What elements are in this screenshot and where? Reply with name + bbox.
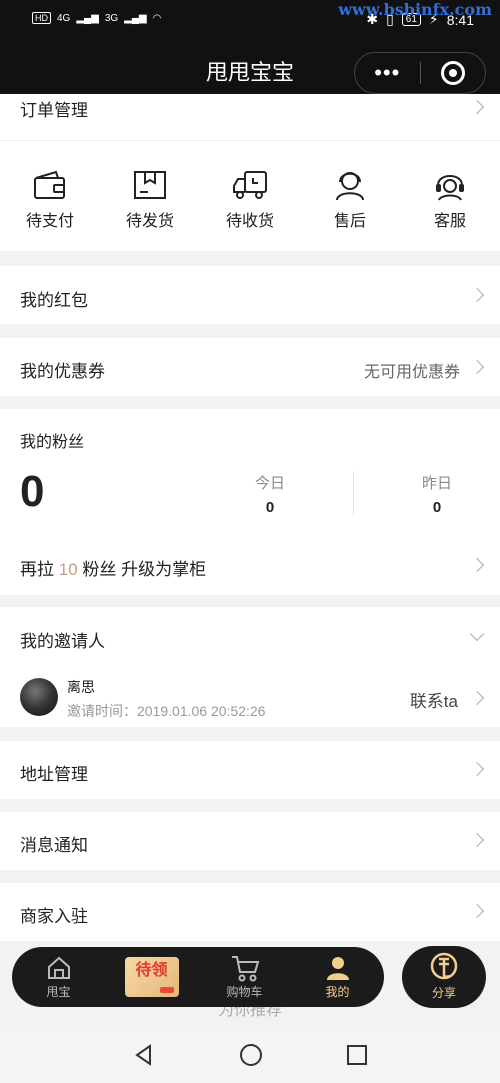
share-label: 分享 [431, 986, 456, 1000]
coin-icon [430, 952, 458, 980]
user-icon [326, 956, 349, 980]
tab-home-label: 甩宝 [46, 984, 71, 999]
chevron-right-icon [469, 359, 485, 375]
tab-cart[interactable]: 购物车 [198, 954, 291, 1000]
order-item-label: 待发货 [125, 213, 174, 230]
tab-home[interactable]: 甩宝 [12, 955, 105, 1000]
home-circle-icon[interactable] [239, 1043, 263, 1067]
inviter-name: 离思 [67, 679, 95, 695]
mini-program-capsule: ••• [354, 52, 486, 94]
signal-4g: 4G [57, 12, 71, 24]
upgrade-prefix: 再拉 [20, 560, 54, 579]
merchant-row[interactable]: 商家入驻 [0, 883, 500, 941]
order-item-pending-shipment[interactable]: 待发货 [100, 169, 200, 231]
signal-icon: ▂▄▆ [76, 12, 99, 24]
address-label: 地址管理 [20, 765, 88, 784]
inviter-panel: 我的邀请人 离思 邀请时间：2019.01.06 20:52:26 联系ta [0, 607, 500, 727]
wifi-icon: ◠ [152, 12, 162, 24]
order-item-label: 售后 [333, 213, 366, 230]
inviter-title: 我的邀请人 [20, 632, 105, 651]
order-management-label: 订单管理 [20, 101, 88, 120]
hd-badge: HD [32, 12, 51, 24]
coupons-label: 我的优惠券 [20, 362, 105, 381]
coupon-card-icon: 待领 [124, 957, 179, 997]
tab-coupon[interactable]: 待领 [105, 957, 198, 997]
agent-icon [336, 172, 364, 201]
merchant-label: 商家入驻 [20, 907, 88, 926]
tab-mine[interactable]: 我的 [291, 955, 384, 1000]
order-item-label: 待支付 [25, 213, 74, 230]
red-packet-label: 我的红包 [20, 291, 88, 310]
chevron-right-icon [469, 903, 485, 919]
fans-today: 今日 0 [210, 472, 330, 516]
cart-icon [231, 956, 259, 982]
fans-upgrade-row[interactable]: 再拉 10 粉丝 升级为掌柜 [0, 537, 500, 595]
home-icon [47, 956, 70, 979]
order-status-panel: 待支付 待发货 待收货 售后 客服 [0, 141, 500, 251]
contact-inviter-button[interactable]: 联系ta [410, 687, 458, 712]
fans-upgrade-text: 再拉 10 粉丝 升级为掌柜 [20, 555, 206, 580]
messages-row[interactable]: 消息通知 [0, 812, 500, 870]
order-management-row[interactable]: 订单管理 [0, 94, 500, 140]
chevron-right-icon [469, 99, 485, 115]
order-item-customer-service[interactable]: 客服 [400, 169, 500, 231]
fans-yesterday: 昨日 0 [377, 472, 497, 516]
chevron-right-icon [469, 761, 485, 777]
status-left: HD 4G ▂▄▆ 3G ▂▄▆ ◠ [32, 12, 161, 24]
target-icon [440, 61, 465, 85]
coupons-row[interactable]: 我的优惠券 无可用优惠券 [0, 338, 500, 396]
upgrade-count: 10 [58, 560, 78, 579]
recents-icon[interactable] [346, 1044, 368, 1066]
fans-panel: 我的粉丝 0 今日 0 昨日 0 再拉 10 粉丝 升级为掌柜 [0, 409, 500, 595]
address-row[interactable]: 地址管理 [0, 741, 500, 799]
chevron-right-icon [469, 557, 485, 573]
fans-yesterday-value: 0 [432, 499, 442, 516]
nav-bar: 甩甩宝宝 ••• [0, 40, 500, 94]
close-mini-program-button[interactable] [421, 61, 486, 85]
tab-cart-label: 购物车 [226, 985, 263, 999]
avatar [20, 678, 58, 716]
tab-coupon-label: 待领 [135, 962, 168, 979]
red-packet-row[interactable]: 我的红包 [0, 266, 500, 324]
order-item-pending-payment[interactable]: 待支付 [0, 169, 100, 231]
fans-today-value: 0 [265, 499, 275, 516]
chevron-right-icon [469, 832, 485, 848]
bottom-tab-bar: 甩宝 待领 购物车 我的 [12, 947, 384, 1007]
order-item-label: 待收货 [225, 213, 274, 230]
order-item-pending-receipt[interactable]: 待收货 [200, 169, 300, 231]
tab-mine-label: 我的 [325, 984, 350, 999]
system-nav-bar [0, 1026, 500, 1083]
watermark: www.bsbinfx.com [338, 0, 492, 19]
fans-total: 0 [20, 467, 45, 516]
back-icon[interactable] [132, 1043, 156, 1067]
fans-today-label: 今日 [254, 475, 285, 492]
signal-3g: 3G [104, 12, 119, 24]
chevron-right-icon [469, 287, 485, 303]
truck-icon [233, 171, 267, 199]
wallet-icon [34, 170, 65, 199]
share-button[interactable]: 分享 [402, 946, 486, 1008]
chevron-right-icon [469, 690, 485, 706]
fans-yesterday-label: 昨日 [421, 475, 452, 492]
order-item-label: 客服 [433, 213, 466, 230]
inviter-header[interactable]: 我的邀请人 [0, 607, 500, 663]
headset-icon [436, 175, 464, 201]
fans-title: 我的粉丝 [20, 434, 85, 451]
messages-label: 消息通知 [20, 836, 88, 855]
upgrade-suffix: 粉丝 升级为掌柜 [82, 560, 207, 579]
box-icon [134, 171, 166, 199]
more-button[interactable]: ••• [355, 62, 420, 84]
order-status-list: 待支付 待发货 待收货 售后 客服 [0, 169, 500, 231]
coupons-status: 无可用优惠券 [363, 364, 460, 381]
chevron-down-icon [469, 626, 485, 642]
order-item-after-sale[interactable]: 售后 [300, 169, 400, 231]
fans-divider [353, 471, 354, 515]
inviter-time: 邀请时间：2019.01.06 20:52:26 [67, 703, 266, 719]
signal-icon: ▂▄▆ [124, 12, 147, 24]
